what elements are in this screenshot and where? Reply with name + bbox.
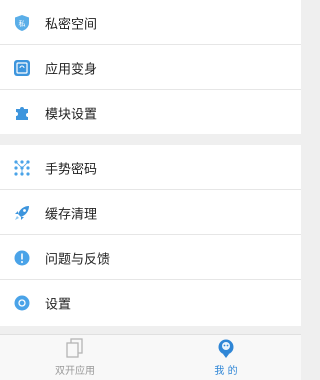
svg-text:私: 私 (19, 19, 26, 28)
tab-label: 我 的 (214, 366, 238, 377)
profile-icon (214, 338, 238, 360)
settings-icon (13, 294, 31, 312)
puzzle-piece-icon (13, 104, 31, 122)
dual-app-icon (63, 338, 87, 360)
gesture-pattern-icon (13, 159, 31, 177)
tab-label: 双开应用 (55, 366, 95, 377)
menu-item-label: 缓存清理 (45, 207, 98, 222)
menu-item-label: 应用变身 (45, 62, 98, 77)
menu-item-cache-clean[interactable]: 缓存清理 (0, 190, 301, 235)
menu-item-label: 问题与反馈 (45, 252, 111, 267)
rocket-icon (13, 204, 31, 222)
app-transform-icon (13, 59, 31, 77)
menu-item-module-settings[interactable]: 模块设置 (0, 90, 301, 135)
menu-item-gesture-password[interactable]: 手势密码 (0, 145, 301, 190)
tab-dual-apps[interactable]: 双开应用 (0, 335, 150, 380)
menu-item-private-space[interactable]: 私 私密空间 (0, 0, 301, 45)
tab-profile[interactable]: 我 的 (151, 335, 301, 380)
menu-item-label: 模块设置 (45, 107, 98, 122)
menu-group-secondary: 手势密码 缓存清理 问题与反馈 设置 (0, 145, 301, 326)
menu-item-settings[interactable]: 设置 (0, 280, 301, 325)
lock-badge-icon: 私 (13, 14, 31, 32)
menu-item-app-transform[interactable]: 应用变身 (0, 45, 301, 90)
menu-item-label: 设置 (45, 297, 72, 312)
bottom-tab-bar: 双开应用 我 的 (0, 334, 301, 380)
menu-item-label: 手势密码 (45, 162, 98, 177)
menu-item-label: 私密空间 (45, 17, 98, 32)
menu-group-primary: 私 私密空间 应用变身 模块设置 (0, 0, 301, 134)
feedback-icon (13, 249, 31, 267)
menu-item-feedback[interactable]: 问题与反馈 (0, 235, 301, 280)
